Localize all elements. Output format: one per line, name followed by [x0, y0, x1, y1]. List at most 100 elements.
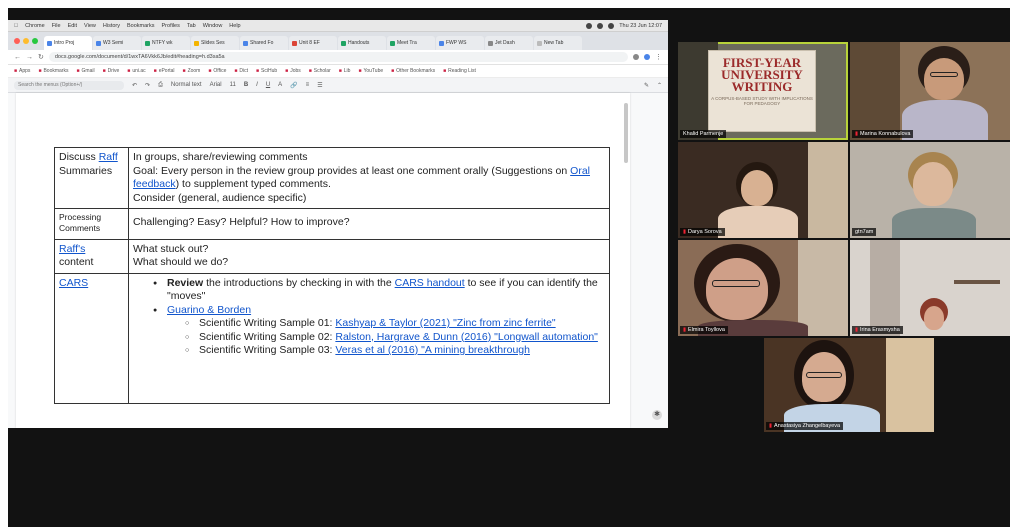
back-arrow-icon[interactable]: ← — [14, 54, 21, 61]
wifi-icon[interactable] — [597, 22, 604, 29]
menu-search-input[interactable]: Search the menus (Option+/) — [14, 80, 124, 90]
bookmark[interactable]: YouTube — [358, 68, 383, 74]
participant-tile[interactable]: gtn7am — [850, 142, 1010, 238]
menu-window[interactable]: Window — [203, 23, 223, 29]
bookmark[interactable]: Gmail — [76, 68, 95, 74]
browser-tab[interactable]: Intro Proj — [44, 36, 92, 50]
undo-icon[interactable]: ↶ — [132, 82, 137, 89]
apple-icon[interactable]:  — [14, 23, 18, 29]
page-icon — [488, 40, 493, 46]
browser-tab[interactable]: Slides Ses — [191, 36, 239, 50]
bookmark[interactable]: uni.ac — [127, 68, 145, 74]
menu-tab[interactable]: Tab — [187, 23, 196, 29]
browser-tab[interactable]: Unit 8 EF — [289, 36, 337, 50]
list-icon[interactable]: ☰ — [317, 82, 322, 89]
link-icon[interactable]: 🔗 — [290, 82, 297, 89]
zoom-window-icon[interactable] — [32, 38, 38, 44]
document-page[interactable]: Discuss Raff Summaries In groups, share/… — [16, 93, 630, 428]
forward-arrow-icon[interactable]: → — [26, 54, 33, 61]
style-select[interactable]: Normal text — [171, 82, 202, 88]
book-subtitle: A CORPUS-BASED STUDY WITH IMPLICATIONS F… — [711, 96, 813, 106]
bookmark[interactable]: Scholar — [309, 68, 331, 74]
print-icon[interactable]: ⎙ — [158, 82, 163, 89]
bookmark[interactable]: ePortal — [154, 68, 175, 74]
browser-tab[interactable]: New Tab — [534, 36, 582, 50]
bold-icon[interactable]: B — [244, 82, 248, 88]
close-window-icon[interactable] — [14, 38, 20, 44]
font-size-field[interactable]: 11 — [230, 82, 236, 88]
bookmark[interactable]: Lib — [339, 68, 351, 74]
menu-chrome[interactable]: Chrome — [25, 23, 45, 29]
participant-tile[interactable]: FIRST-YEAR UNIVERSITY WRITING A CORPUS-B… — [678, 42, 848, 140]
raff-link[interactable]: Raff — [99, 151, 118, 163]
browser-tab[interactable]: Handouts — [338, 36, 386, 50]
sample-03-link[interactable]: Veras et al (2016) "A mining breakthroug… — [335, 344, 530, 356]
underline-icon[interactable]: U — [266, 82, 270, 88]
window-curtain — [808, 142, 848, 238]
menu-bookmarks[interactable]: Bookmarks — [127, 23, 155, 29]
sample-02-link[interactable]: Ralston, Hargrave & Dunn (2016) "Longwal… — [335, 331, 598, 343]
explore-icon[interactable]: ✱ — [652, 410, 662, 420]
bookmark[interactable]: Office — [208, 68, 226, 74]
muted-mic-icon: ▮ — [683, 327, 687, 333]
reload-icon[interactable]: ↻ — [38, 53, 44, 61]
participant-name: Khalid Parmenje — [680, 130, 727, 138]
guarino-borden-link[interactable]: Guarino & Borden — [167, 304, 251, 316]
participant-tile[interactable]: ▮ Anastasiya Zhangelbayeva — [764, 338, 934, 432]
raffs-link[interactable]: Raff's — [59, 243, 85, 255]
browser-tab[interactable]: NTFY wk — [142, 36, 190, 50]
tab-label: New Tab — [544, 40, 564, 46]
participant-name: ▮ Marina Konnabulova — [852, 130, 914, 138]
menubar-clock[interactable]: Thu 23 Jun 12:07 — [619, 23, 662, 29]
text-color-icon[interactable]: A — [278, 82, 282, 88]
bookmark[interactable]: Other Bookmarks — [391, 68, 435, 74]
status-dot-icon[interactable] — [586, 22, 593, 29]
extension-icon[interactable] — [633, 54, 639, 60]
sample-01-link[interactable]: Kashyap & Taylor (2021) "Zinc from zinc … — [335, 317, 555, 329]
menu-file[interactable]: File — [52, 23, 61, 29]
scrollbar-thumb[interactable] — [624, 103, 628, 163]
font-select[interactable]: Arial — [210, 82, 222, 88]
bookmark[interactable]: Dict — [234, 68, 248, 74]
profile-avatar-icon[interactable] — [644, 54, 650, 60]
redo-icon[interactable]: ↷ — [145, 82, 150, 89]
kebab-menu-icon[interactable]: ⋮ — [655, 53, 662, 61]
bookmark[interactable]: Bookmarks — [38, 68, 68, 74]
bookmark[interactable]: Drive — [103, 68, 120, 74]
document-scrollbar[interactable] — [624, 99, 628, 399]
tab-label: Intro Proj — [54, 40, 75, 46]
menu-view[interactable]: View — [84, 23, 96, 29]
drive-icon — [145, 40, 150, 46]
browser-tab[interactable]: Meet Tra — [387, 36, 435, 50]
menu-history[interactable]: History — [103, 23, 120, 29]
editing-mode-icon[interactable]: ✎ — [644, 82, 649, 89]
collapse-icon[interactable]: ⌃ — [657, 82, 662, 89]
drive-icon — [390, 40, 395, 46]
browser-tab[interactable]: FWP WS — [436, 36, 484, 50]
cars-link[interactable]: CARS — [59, 277, 88, 289]
list-item: Scientific Writing Sample 02: Ralston, H… — [185, 331, 605, 345]
browser-tab[interactable]: Jet Dash — [485, 36, 533, 50]
italic-icon[interactable]: I — [256, 82, 258, 88]
bookmark[interactable]: Jobs — [285, 68, 301, 74]
shirt — [902, 100, 988, 140]
participant-tile[interactable]: ▮ Elmira Toyllova — [678, 240, 848, 336]
url-field[interactable]: docs.google.com/document/d/1wxTA6Vkk6Jb/… — [48, 52, 628, 62]
menu-help[interactable]: Help — [229, 23, 240, 29]
browser-tab[interactable]: W3 Semi — [93, 36, 141, 50]
bookmark[interactable]: SciHub — [256, 68, 277, 74]
participant-tile[interactable]: ▮ Darya Sorova — [678, 142, 848, 238]
participant-tile[interactable]: ▮ Irina Erasmysha — [850, 240, 1010, 336]
menu-edit[interactable]: Edit — [68, 23, 77, 29]
tab-label: Handouts — [348, 40, 370, 46]
align-icon[interactable]: ≡ — [306, 82, 310, 88]
minimize-window-icon[interactable] — [23, 38, 29, 44]
menu-profiles[interactable]: Profiles — [162, 23, 180, 29]
bookmark[interactable]: Apps — [14, 68, 30, 74]
battery-icon[interactable] — [608, 22, 615, 29]
bookmark[interactable]: Zoom — [183, 68, 201, 74]
cars-handout-link[interactable]: CARS handout — [395, 277, 465, 289]
bookmark[interactable]: Reading List — [443, 68, 476, 74]
browser-tab[interactable]: Shared Fo — [240, 36, 288, 50]
participant-tile[interactable]: ▮ Marina Konnabulova — [850, 42, 1010, 140]
